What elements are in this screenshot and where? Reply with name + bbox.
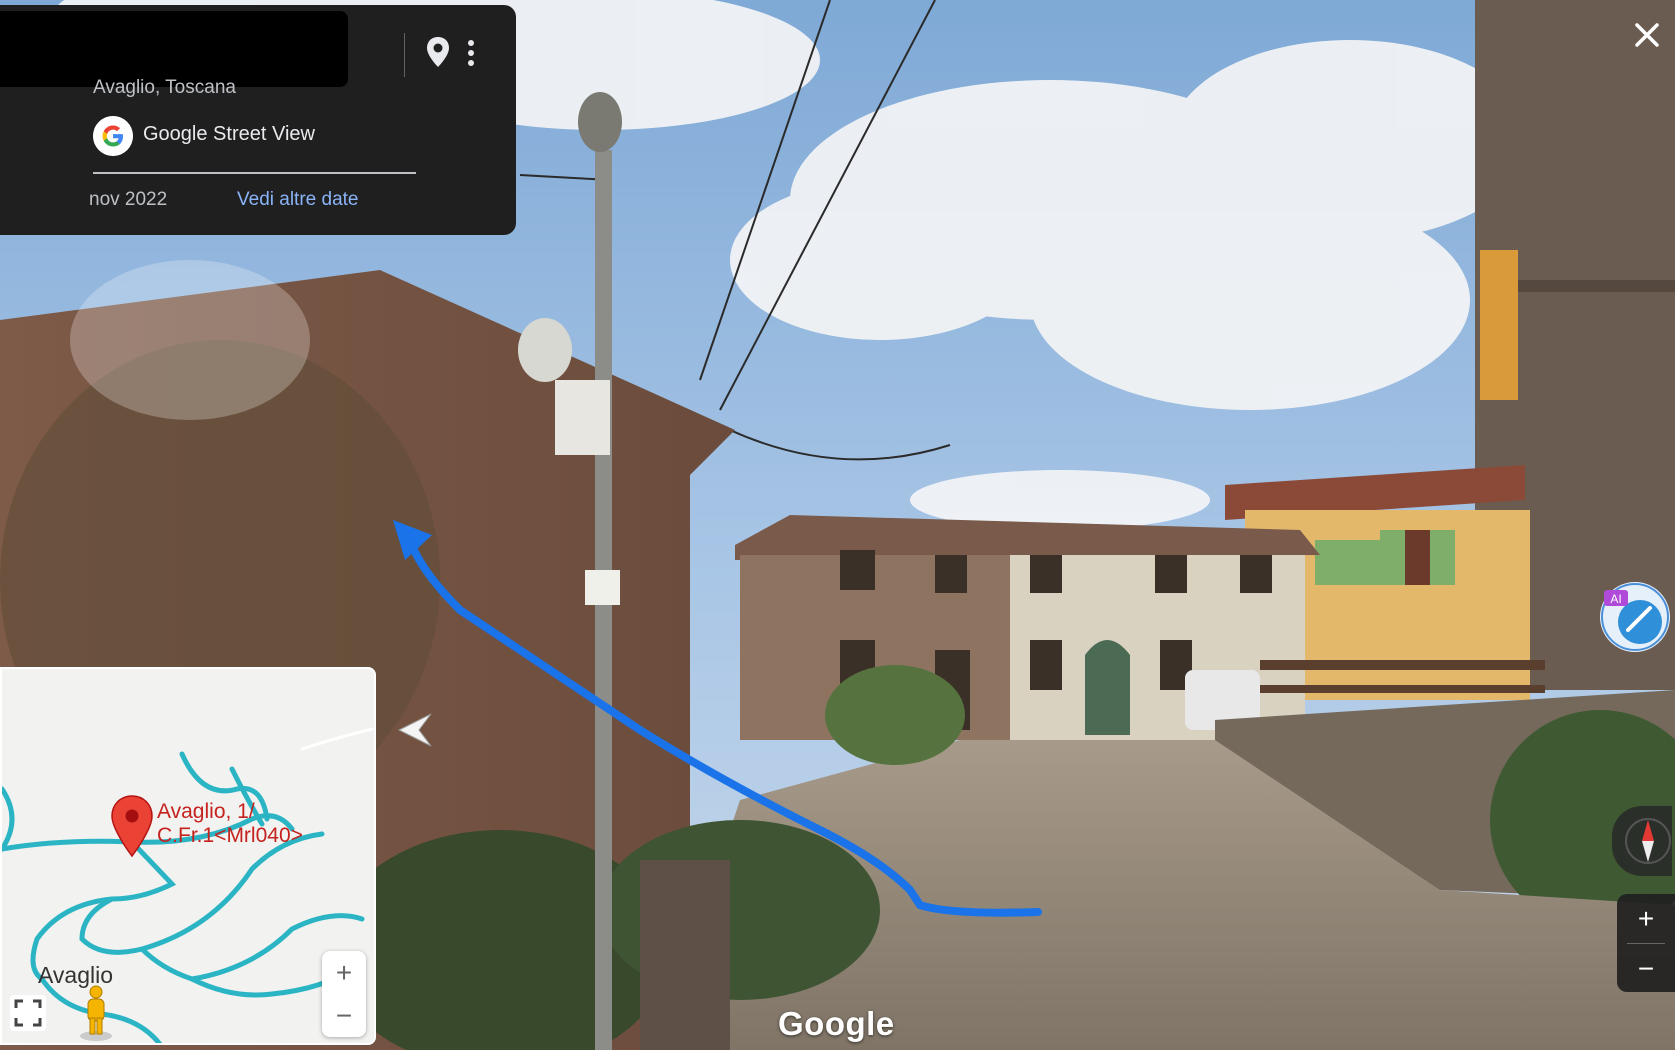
pegman-icon[interactable]: [78, 984, 114, 1042]
redacted-address: [0, 11, 348, 87]
provider-label: Google Street View: [143, 123, 315, 145]
compass-button[interactable]: [1612, 806, 1672, 876]
ai-assistant-button[interactable]: AI: [1600, 582, 1670, 652]
ai-icon: AI: [1601, 583, 1669, 651]
location-info-card: Avaglio, Toscana Google Street View nov …: [0, 5, 516, 235]
place-name: Avaglio, Toscana: [93, 77, 236, 98]
pin-icon[interactable]: [424, 35, 452, 71]
more-vert-icon[interactable]: [460, 35, 482, 71]
close-icon[interactable]: [1630, 18, 1664, 52]
street-view-zoom-control: + −: [1617, 894, 1675, 992]
map-zoom-in-button[interactable]: +: [322, 951, 366, 994]
map-zoom-control: + −: [322, 951, 366, 1037]
map-marker-label-line2: C.Fr.1<Mrl040>: [157, 824, 303, 847]
fullscreen-icon: [14, 999, 42, 1027]
zoom-in-button[interactable]: +: [1617, 894, 1675, 943]
map-marker-icon: [111, 795, 153, 858]
capture-date: nov 2022: [89, 189, 168, 210]
map-marker-label-line1: Avaglio, 1/: [157, 800, 255, 823]
nav-left-arrow-icon[interactable]: [395, 710, 433, 750]
compass-icon: [1625, 818, 1671, 864]
more-dates-link[interactable]: Vedi altre date: [237, 189, 358, 211]
svg-text:AI: AI: [1610, 592, 1621, 606]
fullscreen-button[interactable]: [10, 995, 46, 1031]
zoom-out-button[interactable]: −: [1617, 944, 1675, 993]
google-watermark: Google: [778, 1005, 895, 1042]
card-separator: [93, 172, 416, 174]
map-zoom-out-button[interactable]: −: [322, 994, 366, 1037]
google-g-icon: [93, 116, 133, 156]
card-divider: [404, 33, 405, 77]
